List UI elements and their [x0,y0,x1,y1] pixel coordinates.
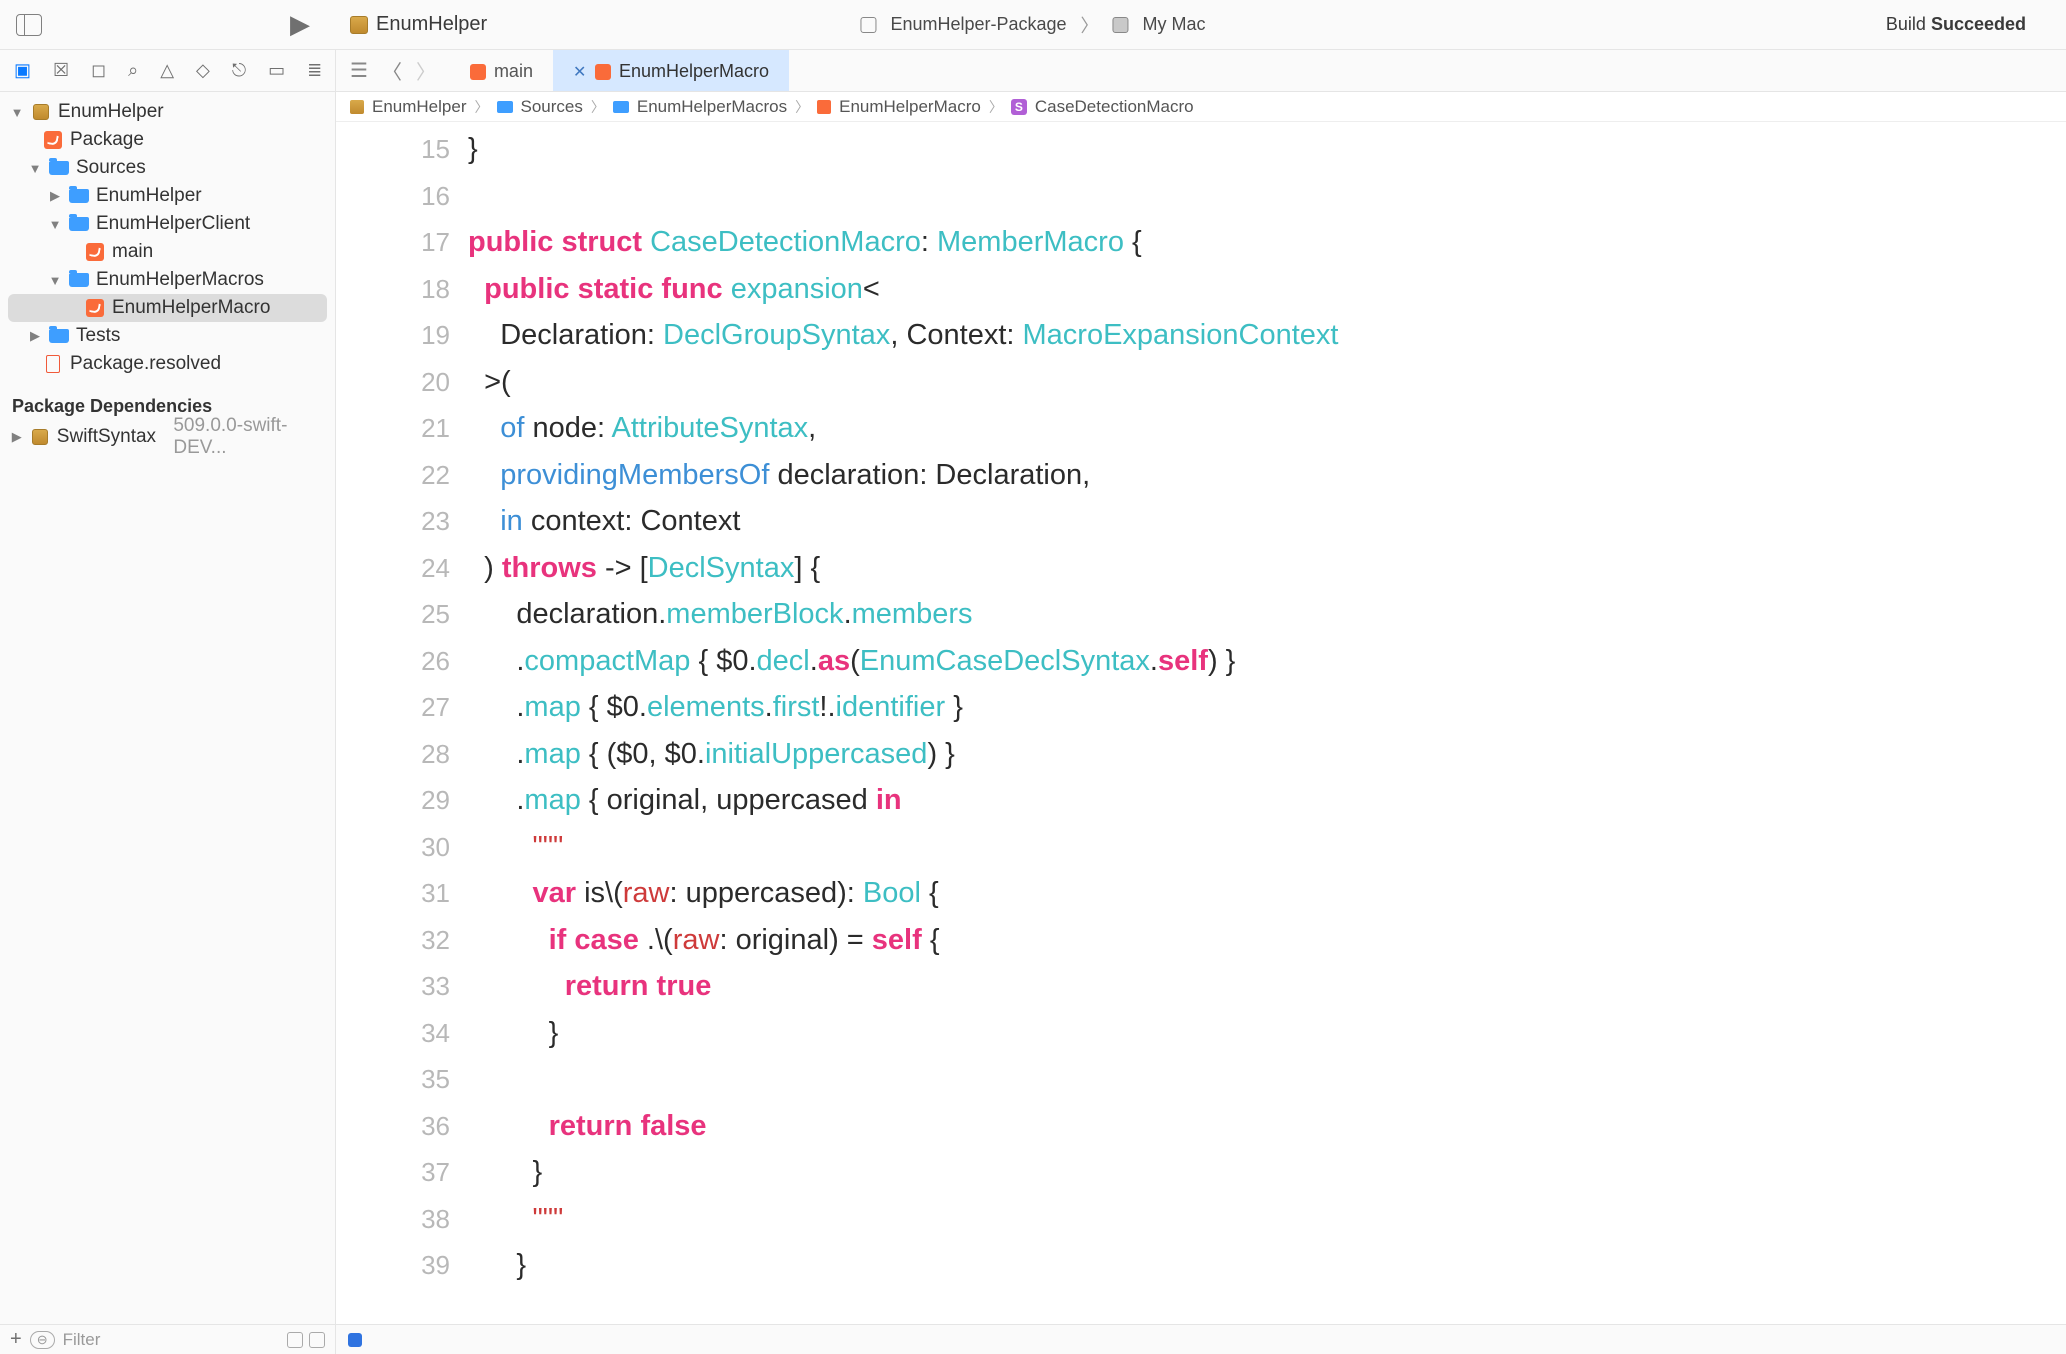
package-resolved-row[interactable]: Package.resolved [0,350,335,378]
build-status: Build Succeeded [1886,14,2026,35]
project-title: EnumHelper [350,13,487,36]
main-swift-row[interactable]: main [0,238,335,266]
chevron-right-icon: 〉 [989,97,1003,117]
enumhelpermacro-file-row[interactable]: EnumHelperMacro [8,294,327,322]
breakpoint-navigator-icon[interactable]: ▭ [268,61,285,81]
scm-status-icon[interactable] [309,1332,325,1348]
swift-file-icon [470,64,486,80]
folder-icon [497,101,513,113]
nav-forward-icon[interactable]: 〉 [416,56,436,85]
report-navigator-icon[interactable]: ≣ [307,61,322,81]
run-button[interactable]: ▶ [290,9,310,40]
add-button[interactable]: + [10,1328,22,1351]
chevron-right-icon: 〉 [475,97,489,117]
nav-back-icon[interactable]: 〈 [382,56,402,85]
package-swift-row[interactable]: Package [0,126,335,154]
mac-icon [1113,17,1129,33]
folder-icon [49,161,69,175]
destination-selector[interactable]: My Mac [1143,14,1206,35]
sources-folder-row[interactable]: ▼ Sources [0,154,335,182]
find-navigator-icon[interactable]: ⌕ [128,61,138,81]
package-icon [33,104,49,120]
jump-bar[interactable]: EnumHelper 〉 Sources 〉 EnumHelperMacros … [336,92,2066,122]
swift-file-icon [595,64,611,80]
navigator-toolbar: ▣ ☒ ◻ ⌕ △ ◇ ⎋ ▭ ≣ [0,50,336,92]
chevron-right-icon: 〉 [795,97,809,117]
swift-file-icon [86,299,104,317]
dependency-row[interactable]: ▶ SwiftSyntax 509.0.0-swift-DEV... [0,423,335,451]
close-tab-icon[interactable]: ✕ [573,62,587,82]
tests-folder-row[interactable]: ▶ Tests [0,322,335,350]
titlebar: ▶ EnumHelper EnumHelper-Package 〉 My Mac… [0,0,2066,50]
enumhelperclient-folder-row[interactable]: ▼ EnumHelperClient [0,210,335,238]
swift-file-icon [44,131,62,149]
recent-files-icon[interactable] [287,1332,303,1348]
tab-main[interactable]: main [450,50,553,91]
navigator-bottom-bar: + ⊖ Filter [0,1324,336,1354]
folder-icon [613,101,629,113]
editor-tab-bar: ☰ 〈 〉 main ✕ EnumHelperMacro [336,50,2066,92]
folder-icon [49,329,69,343]
debug-navigator-icon[interactable]: ⎋ [232,61,246,81]
test-navigator-icon[interactable]: ◇ [196,61,210,81]
toggle-left-panel-button[interactable] [16,14,42,36]
swift-file-icon [817,100,831,114]
related-items-icon[interactable]: ☰ [350,58,368,83]
enumhelpermacros-folder-row[interactable]: ▼ EnumHelperMacros [0,266,335,294]
source-editor[interactable]: 1516171819202122232425262728293031323334… [336,122,2066,1324]
package-icon [350,16,368,34]
bookmark-navigator-icon[interactable]: ◻ [91,61,106,81]
code-area[interactable]: }public struct CaseDetectionMacro: Membe… [468,122,2066,1324]
line-number-gutter: 1516171819202122232425262728293031323334… [336,122,468,1324]
chevron-right-icon: 〉 [1081,12,1099,38]
project-navigator: ▼ EnumHelper Package ▼ Sources ▶ EnumHel… [0,92,336,1324]
folder-icon [69,273,89,287]
project-name: EnumHelper [376,13,487,36]
folder-icon [69,217,89,231]
scheme-selector[interactable]: EnumHelper-Package [890,14,1066,35]
issue-navigator-icon[interactable]: △ [160,61,174,81]
editor-status-bar [336,1324,2066,1354]
scheme-icon [860,17,876,33]
debug-area-toggle-icon[interactable] [348,1333,362,1347]
package-icon [32,429,48,445]
tab-enumhelpermacro[interactable]: ✕ EnumHelperMacro [553,50,789,91]
enumhelper-folder-row[interactable]: ▶ EnumHelper [0,182,335,210]
file-icon [46,355,60,373]
project-navigator-icon[interactable]: ▣ [14,61,31,81]
filter-scope-button[interactable]: ⊖ [30,1331,55,1349]
package-icon [350,100,364,114]
filter-field[interactable]: Filter [63,1330,101,1350]
folder-icon [69,189,89,203]
project-root-row[interactable]: ▼ EnumHelper [0,98,335,126]
struct-symbol-icon: S [1011,99,1027,115]
swift-file-icon [86,243,104,261]
source-control-navigator-icon[interactable]: ☒ [53,61,69,81]
chevron-right-icon: 〉 [591,97,605,117]
